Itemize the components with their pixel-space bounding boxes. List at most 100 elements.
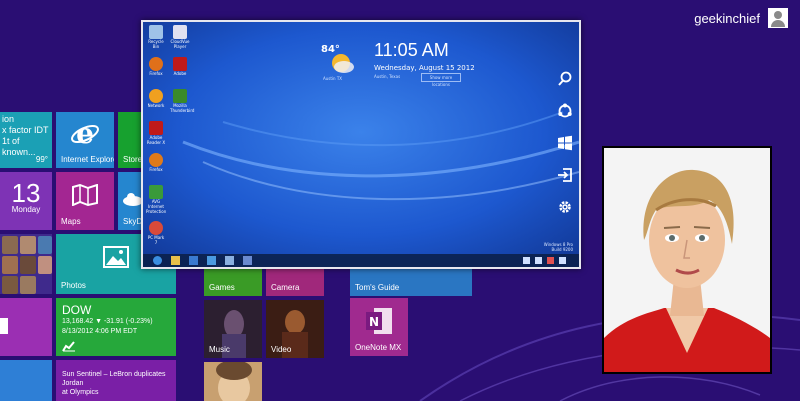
clock-time: 11:05 AM bbox=[374, 40, 449, 60]
app-taskbar-icon[interactable] bbox=[189, 256, 198, 265]
tile-calendar[interactable]: 13 Monday bbox=[0, 172, 52, 230]
tray-icon[interactable] bbox=[535, 257, 542, 264]
desktop-icon[interactable]: Network bbox=[146, 89, 166, 108]
tile-label: OneNote MX bbox=[355, 343, 402, 352]
desktop-icon-label: Firefox bbox=[149, 167, 163, 172]
svg-text:N: N bbox=[369, 315, 379, 329]
desktop-icon-label: AVG Internet Protection bbox=[146, 199, 167, 214]
desktop-icon-label: Adobe bbox=[173, 71, 187, 76]
explorer-taskbar-icon[interactable] bbox=[171, 256, 180, 265]
tile-onenote[interactable]: N OneNote MX bbox=[350, 298, 408, 356]
desktop-icon-label: Network bbox=[147, 103, 165, 108]
app-taskbar-icon[interactable] bbox=[225, 256, 234, 265]
windows-watermark: Windows 8 Pro Build 9200 bbox=[543, 242, 573, 252]
app-taskbar-icon[interactable] bbox=[243, 256, 252, 265]
tile-label: Maps bbox=[61, 217, 81, 226]
finance-title: DOW bbox=[62, 303, 92, 317]
cloud-icon bbox=[123, 193, 142, 206]
desktop-icon[interactable]: Firefox bbox=[146, 57, 166, 76]
portrait-image bbox=[604, 148, 770, 372]
user-name: geekinchief bbox=[694, 10, 760, 26]
tile-app[interactable] bbox=[0, 298, 52, 356]
firefox-icon bbox=[149, 153, 163, 167]
sun-icon bbox=[332, 54, 354, 73]
tile-label: Store bbox=[123, 155, 142, 164]
thunderbird-icon bbox=[173, 89, 187, 103]
share-icon[interactable] bbox=[557, 103, 573, 119]
tile-contact[interactable] bbox=[204, 362, 262, 401]
tray-icon[interactable] bbox=[547, 257, 554, 264]
start-icon[interactable] bbox=[557, 135, 573, 151]
weather-text: ion x factor IDT 1t of known... bbox=[2, 114, 49, 157]
desktop-icon-label: Recycle Bin bbox=[148, 39, 164, 49]
tile-weather[interactable]: ion x factor IDT 1t of known... 99° bbox=[0, 112, 52, 168]
tile-music[interactable]: Music bbox=[204, 300, 262, 358]
contact-photo bbox=[20, 256, 36, 274]
desktop-icon-label: Firefox bbox=[149, 71, 163, 76]
adobe-reader-icon bbox=[149, 121, 163, 135]
finance-timestamp: 8/13/2012 4:06 PM EDT bbox=[62, 328, 138, 335]
tile-label: SkyD bbox=[123, 217, 142, 226]
user-avatar-icon bbox=[768, 8, 788, 28]
tile-people[interactable] bbox=[0, 234, 52, 294]
contact-photo bbox=[38, 236, 52, 254]
tile-skydrive[interactable]: SkyD bbox=[118, 172, 142, 230]
tile-camera[interactable]: Camera bbox=[266, 266, 324, 296]
svg-text:e: e bbox=[76, 118, 94, 148]
weather-temp: 99° bbox=[35, 155, 48, 164]
taskbar bbox=[143, 254, 579, 267]
tray-icon[interactable] bbox=[523, 257, 530, 264]
tile-label: Tom's Guide bbox=[355, 283, 400, 292]
desktop-icon[interactable]: Firefox bbox=[146, 153, 166, 172]
contact-photo bbox=[2, 256, 18, 274]
weather-location: Austin TX bbox=[323, 76, 343, 81]
maps-icon bbox=[72, 184, 98, 206]
show-locations-button[interactable]: Show more locations bbox=[421, 73, 461, 87]
tile-toms-guide[interactable]: Tom's Guide bbox=[350, 266, 472, 296]
clock-location: Austin, Texas bbox=[374, 74, 401, 79]
tile-label: Video bbox=[271, 345, 292, 354]
chart-icon bbox=[62, 341, 75, 352]
network-icon bbox=[149, 89, 163, 103]
desktop-icon[interactable]: CloudVue Player bbox=[170, 25, 190, 49]
app-icon bbox=[173, 25, 187, 39]
contact-photo bbox=[38, 256, 52, 274]
portrait-photo bbox=[602, 146, 772, 374]
desktop-icon-label: CloudVue Player bbox=[170, 39, 190, 49]
tile-label: Photos bbox=[61, 281, 86, 290]
tile-internet-explorer[interactable]: e Internet Explorer bbox=[56, 112, 114, 168]
user-account[interactable]: geekinchief bbox=[694, 8, 788, 28]
tile-store[interactable]: Store bbox=[118, 112, 142, 168]
desktop-icon-label: PC Mark 7 bbox=[147, 235, 165, 245]
desktop-icon[interactable]: Adobe bbox=[170, 57, 190, 76]
adobe-icon bbox=[173, 57, 187, 71]
tile-app[interactable] bbox=[0, 360, 52, 401]
desktop-icon-label: Mozilla Thunderbird bbox=[170, 103, 195, 113]
calendar-weekday: Monday bbox=[11, 205, 41, 214]
devices-icon[interactable] bbox=[557, 167, 573, 183]
contact-photo bbox=[20, 276, 36, 294]
contact-photo bbox=[204, 362, 262, 401]
tray-icon[interactable] bbox=[559, 257, 566, 264]
tile-label: Internet Explorer bbox=[61, 155, 114, 164]
search-icon[interactable] bbox=[557, 71, 573, 87]
ie-taskbar-icon[interactable] bbox=[153, 256, 162, 265]
tile-games[interactable]: Games bbox=[204, 266, 262, 296]
desktop-icon[interactable]: Mozilla Thunderbird bbox=[170, 89, 195, 113]
tile-maps[interactable]: Maps bbox=[56, 172, 114, 230]
tile-finance[interactable]: DOW 13,168.42 ▼ -31.91 (-0.23%) 8/13/201… bbox=[56, 298, 176, 356]
internet-explorer-icon: e bbox=[71, 118, 99, 148]
tile-video[interactable]: Video bbox=[266, 300, 324, 358]
desktop-icon[interactable]: PC Mark 7 bbox=[146, 221, 166, 245]
desktop-preview[interactable]: Recycle Bin CloudVue Player Firefox Adob… bbox=[141, 20, 581, 269]
desktop-icon[interactable]: Adobe Reader X bbox=[146, 121, 166, 145]
clock-date: Wednesday, August 15 2012 bbox=[374, 64, 475, 72]
contact-photo bbox=[2, 276, 18, 294]
app-taskbar-icon[interactable] bbox=[207, 256, 216, 265]
settings-icon[interactable] bbox=[557, 199, 573, 215]
finance-value: 13,168.42 ▼ -31.91 (-0.23%) bbox=[62, 318, 153, 325]
tile-news[interactable]: Sun Sentinel – LeBron duplicates Jordan … bbox=[56, 360, 176, 401]
desktop-icon[interactable]: Recycle Bin bbox=[146, 25, 166, 49]
app-icon bbox=[0, 318, 8, 334]
desktop-icon[interactable]: AVG Internet Protection bbox=[146, 185, 166, 214]
